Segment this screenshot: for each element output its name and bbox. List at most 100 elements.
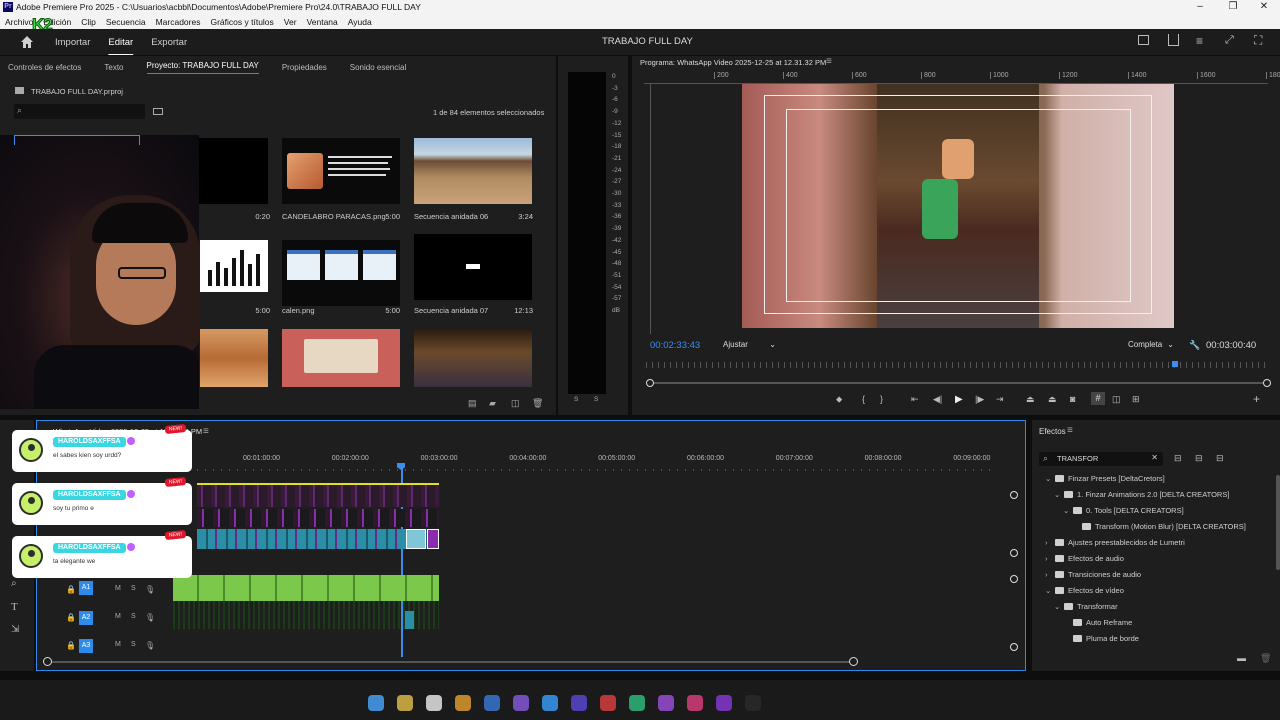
mute-button[interactable]: M bbox=[115, 585, 121, 592]
vr-icon[interactable]: ⊞ bbox=[1132, 394, 1140, 405]
expand-arrow-icon[interactable]: ⌄ bbox=[1054, 490, 1064, 499]
mute-button[interactable]: M bbox=[115, 613, 121, 620]
extract-icon[interactable]: ⏏ bbox=[1048, 394, 1057, 405]
program-video-frame[interactable] bbox=[742, 84, 1174, 328]
safe-margins-icon[interactable]: # bbox=[1091, 392, 1105, 405]
tab-texto[interactable]: Texto bbox=[104, 63, 123, 72]
thumbnail-desert[interactable] bbox=[200, 329, 268, 387]
taskbar-app-icon[interactable] bbox=[600, 695, 616, 711]
fit-icon[interactable]: ⤢ bbox=[1225, 34, 1234, 47]
taskbar-app-icon[interactable] bbox=[484, 695, 500, 711]
audio-clip-small[interactable] bbox=[405, 611, 414, 629]
new-item-icon[interactable]: ◫ bbox=[511, 398, 520, 409]
taskbar-app-icon[interactable] bbox=[716, 695, 732, 711]
expand-arrow-icon[interactable]: ⌄ bbox=[1045, 474, 1055, 483]
thumbnail-store[interactable] bbox=[414, 329, 532, 387]
expand-arrow-icon[interactable]: › bbox=[1045, 538, 1055, 547]
expand-arrow-icon[interactable]: › bbox=[1045, 554, 1055, 563]
video-track-v2-clips[interactable] bbox=[197, 509, 439, 527]
effects-tree-item[interactable]: ⌄ 0. Tools [DELTA CREATORS] bbox=[1063, 506, 1184, 515]
tab-controles-efectos[interactable]: Controles de efectos bbox=[8, 63, 81, 72]
menu-clip[interactable]: Clip bbox=[76, 17, 101, 27]
effects-tree-item[interactable]: Auto Reframe bbox=[1063, 618, 1132, 627]
lock-icon[interactable]: 🔒 bbox=[66, 613, 76, 622]
clear-search-icon[interactable]: ✕ bbox=[1151, 453, 1158, 462]
solo-button[interactable]: S bbox=[131, 641, 136, 648]
vscroll-handle-audio[interactable] bbox=[1010, 575, 1018, 583]
vscroll-handle-bottom[interactable] bbox=[1010, 643, 1018, 651]
zoom-scrollbar[interactable] bbox=[650, 382, 1266, 384]
tab-editar[interactable]: Editar bbox=[108, 37, 133, 48]
tab-importar[interactable]: Importar bbox=[55, 37, 90, 48]
mark-in-icon[interactable]: { bbox=[862, 394, 865, 404]
new-folder-icon[interactable]: ▬ bbox=[1237, 653, 1246, 663]
panel-menu-icon[interactable]: ≡ bbox=[826, 56, 832, 67]
track-a3-target[interactable]: A3 bbox=[79, 639, 93, 653]
wrench-icon[interactable]: 🔧 bbox=[1189, 340, 1200, 351]
go-to-in-icon[interactable]: ⇤ bbox=[911, 394, 919, 405]
selected-clip-purple[interactable] bbox=[427, 529, 439, 549]
vscroll-handle-top[interactable] bbox=[1010, 491, 1018, 499]
timeline-zoom-handle-left[interactable] bbox=[43, 657, 52, 666]
accelerated-effects-icon[interactable]: ⊟ bbox=[1174, 453, 1182, 464]
zoom-tool-icon[interactable]: ⌕ bbox=[11, 578, 17, 589]
expand-arrow-icon[interactable]: ⌄ bbox=[1054, 602, 1064, 611]
zoom-handle-right[interactable] bbox=[1263, 379, 1271, 387]
effects-tree-item[interactable]: › Efectos de audio bbox=[1045, 554, 1124, 563]
timeline-zoom-handle-right[interactable] bbox=[849, 657, 858, 666]
timeline-menu-icon[interactable]: ≡ bbox=[203, 426, 209, 437]
thumbnail-candelabro[interactable] bbox=[282, 138, 400, 204]
home-icon[interactable] bbox=[20, 35, 40, 49]
taskbar-app-icon[interactable] bbox=[426, 695, 442, 711]
tab-exportar[interactable]: Exportar bbox=[151, 37, 187, 48]
thumbnail-trappa[interactable] bbox=[282, 329, 400, 387]
play-icon[interactable]: ▶ bbox=[955, 394, 963, 405]
effects-search-input[interactable]: ⌕ TRANSFOR ✕ bbox=[1039, 452, 1163, 466]
effects-scrollbar[interactable] bbox=[1276, 475, 1280, 570]
mute-button[interactable]: M bbox=[115, 641, 121, 648]
menu-secuencia[interactable]: Secuencia bbox=[101, 17, 151, 27]
menu-graficos[interactable]: Gráficos y títulos bbox=[205, 17, 278, 27]
taskbar-app-icon[interactable] bbox=[513, 695, 529, 711]
menu-marcadores[interactable]: Marcadores bbox=[151, 17, 206, 27]
add-button-icon[interactable]: + bbox=[1253, 392, 1260, 406]
search-input[interactable]: ⌕ bbox=[14, 104, 145, 119]
tab-sonido-esencial[interactable]: Sonido esencial bbox=[350, 63, 406, 72]
effects-tree-item[interactable]: ⌄ 1. Finzar Animations 2.0 [DELTA CREATOR… bbox=[1054, 490, 1229, 499]
tab-proyecto[interactable]: Proyecto: TRABAJO FULL DAY bbox=[146, 61, 259, 74]
step-forward-icon[interactable]: |▶ bbox=[975, 394, 984, 405]
effects-tree-item[interactable]: › Ajustes preestablecidos de Lumetri bbox=[1045, 538, 1185, 547]
effects-tree-item[interactable]: › Transiciones de audio bbox=[1045, 570, 1141, 579]
mark-out-icon[interactable]: } bbox=[880, 394, 883, 404]
text-tool-icon[interactable]: T bbox=[11, 601, 18, 613]
microphone-icon[interactable]: 🎙 bbox=[145, 613, 155, 622]
menu-ayuda[interactable]: Ayuda bbox=[343, 17, 377, 27]
new-bin-bottom-icon[interactable]: ▰ bbox=[489, 398, 496, 409]
effects-tree-item[interactable]: Pluma de borde bbox=[1063, 634, 1139, 643]
solo-button[interactable]: S bbox=[131, 585, 136, 592]
thumbnail-secuencia-07[interactable] bbox=[414, 234, 532, 300]
yuv-effects-icon[interactable]: ⊟ bbox=[1216, 453, 1224, 464]
thumbnail-calen[interactable] bbox=[282, 240, 400, 306]
track-a2-target[interactable]: A2 bbox=[79, 611, 93, 625]
microphone-icon[interactable]: 🎙 bbox=[145, 641, 155, 650]
list-icon[interactable]: ≡ bbox=[1196, 34, 1203, 48]
expand-arrow-icon[interactable]: › bbox=[1045, 570, 1055, 579]
microphone-icon[interactable]: 🎙 bbox=[145, 585, 155, 594]
effects-menu-icon[interactable]: ≡ bbox=[1067, 425, 1073, 436]
thumbnail-secuencia-06[interactable] bbox=[414, 138, 532, 204]
selection-tool-icon[interactable]: ⇲ bbox=[11, 624, 19, 635]
effects-tree-item[interactable]: ⌄ Transformar bbox=[1054, 602, 1118, 611]
thumbnail-chart[interactable] bbox=[200, 240, 268, 292]
close-button[interactable]: ✕ bbox=[1244, 0, 1280, 14]
new-bin-icon[interactable] bbox=[153, 108, 163, 115]
effects-tree-item[interactable]: ⌄ Finzar Presets [DeltaCretors] bbox=[1045, 474, 1165, 483]
lock-icon[interactable]: 🔒 bbox=[66, 641, 76, 650]
marker-icon[interactable]: ⬥ bbox=[836, 394, 842, 405]
lock-icon[interactable]: 🔒 bbox=[66, 585, 76, 594]
video-track-v3-clips[interactable] bbox=[197, 485, 439, 507]
audio-track-a1-clips[interactable] bbox=[173, 575, 439, 601]
effects-tree-item[interactable]: ⌄ Efectos de vídeo bbox=[1045, 586, 1124, 595]
expand-arrow-icon[interactable]: ⌄ bbox=[1045, 586, 1055, 595]
tab-propiedades[interactable]: Propiedades bbox=[282, 63, 327, 72]
